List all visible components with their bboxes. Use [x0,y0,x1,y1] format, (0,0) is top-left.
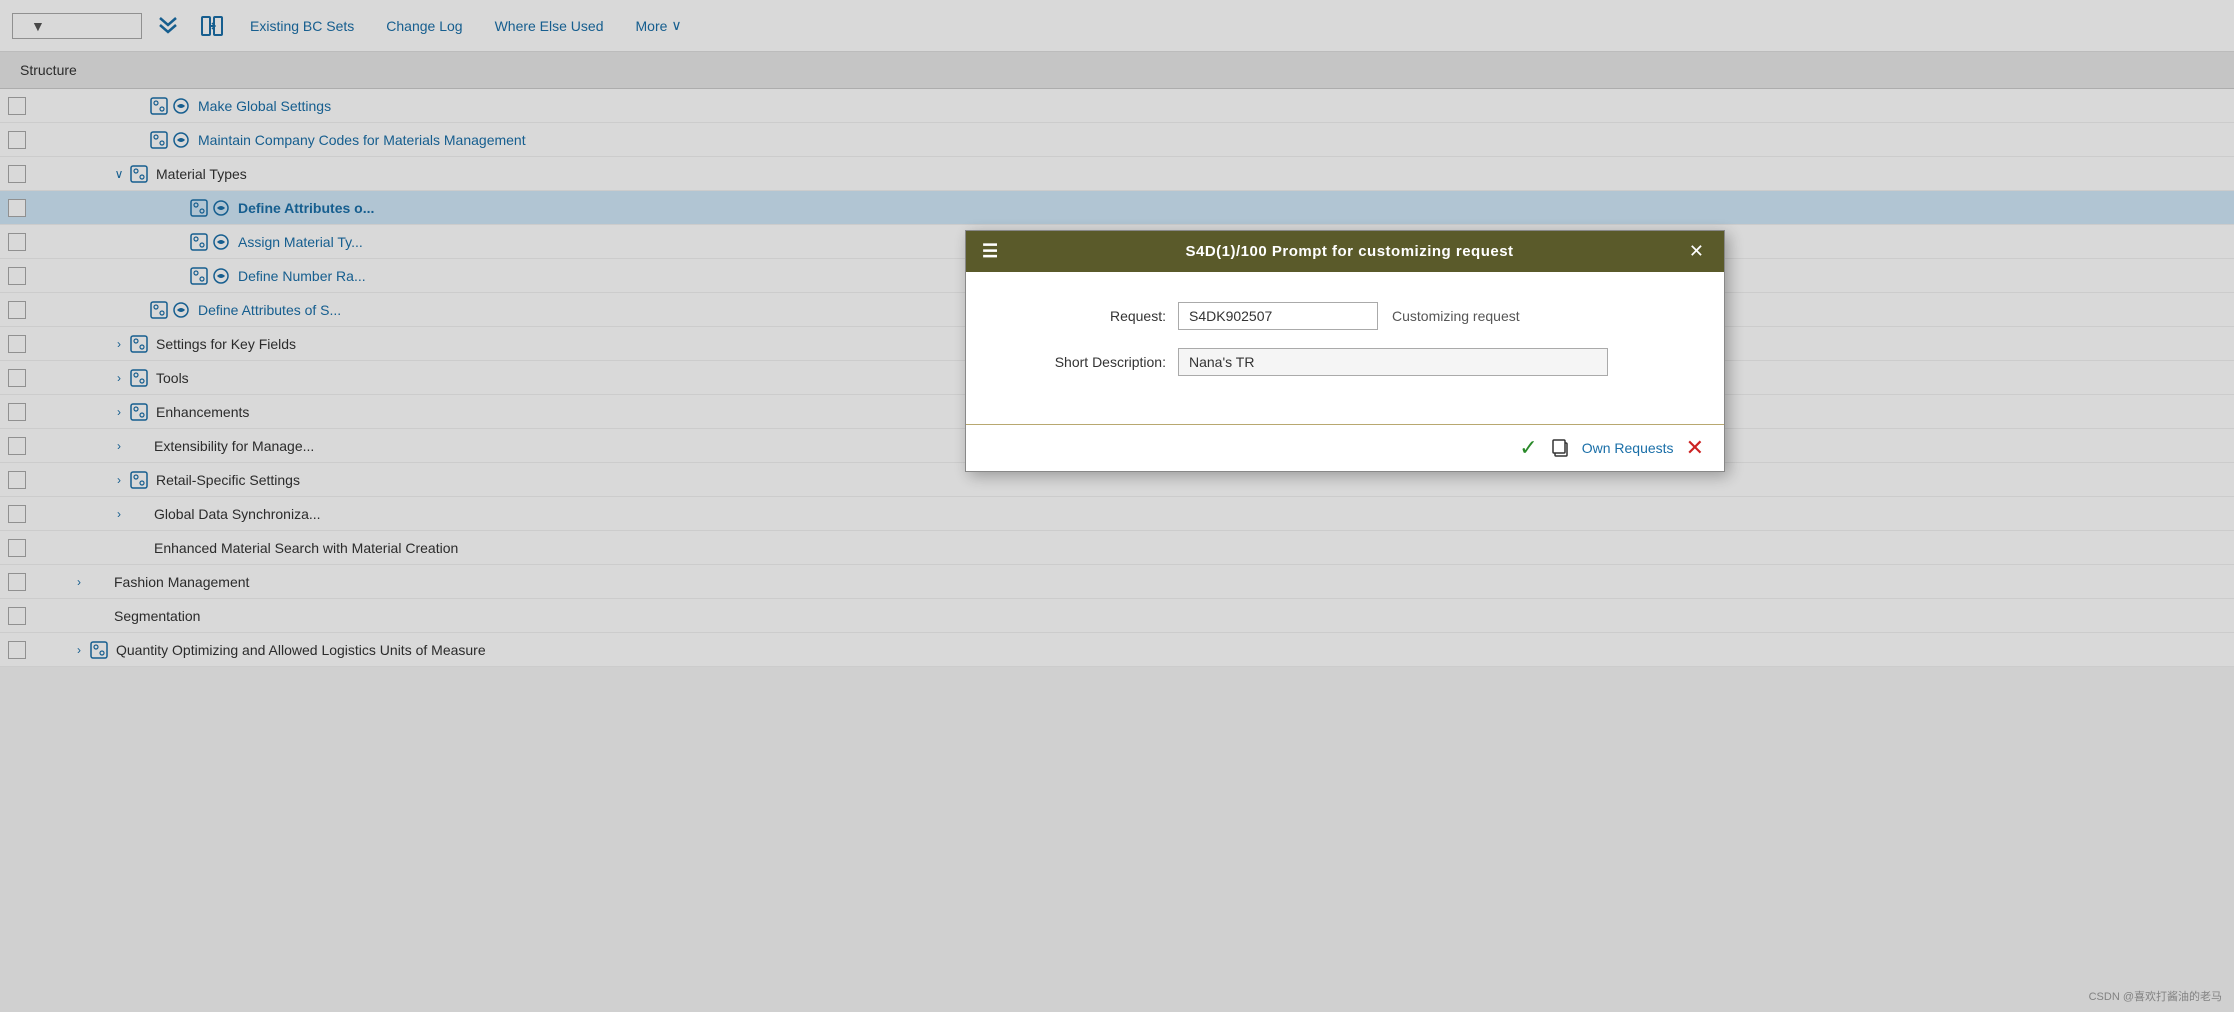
dialog-close-button[interactable]: ✕ [1685,241,1708,262]
short-desc-label: Short Description: [1006,354,1166,370]
short-desc-input[interactable] [1178,348,1608,376]
dialog-titlebar: ☰ S4D(1)/100 Prompt for customizing requ… [966,231,1724,272]
request-field-row: Request: Customizing request [1006,302,1684,330]
copy-icon [1550,438,1570,458]
dialog-overlay: ☰ S4D(1)/100 Prompt for customizing requ… [0,0,2234,1012]
request-label: Request: [1006,308,1166,324]
request-note: Customizing request [1392,308,1520,324]
dialog-body: Request: Customizing request Short Descr… [966,272,1724,414]
copy-button[interactable] [1550,438,1570,458]
confirm-button[interactable]: ✓ [1519,435,1537,461]
customizing-request-dialog: ☰ S4D(1)/100 Prompt for customizing requ… [965,230,1725,472]
cancel-button[interactable]: ✕ [1686,435,1704,461]
dialog-menu-icon[interactable]: ☰ [982,241,998,262]
short-desc-field-row: Short Description: [1006,348,1684,376]
own-requests-button[interactable]: Own Requests [1582,440,1674,456]
dialog-title: S4D(1)/100 Prompt for customizing reques… [1014,243,1685,260]
dialog-footer: ✓ Own Requests ✕ [966,425,1724,471]
request-input[interactable] [1178,302,1378,330]
